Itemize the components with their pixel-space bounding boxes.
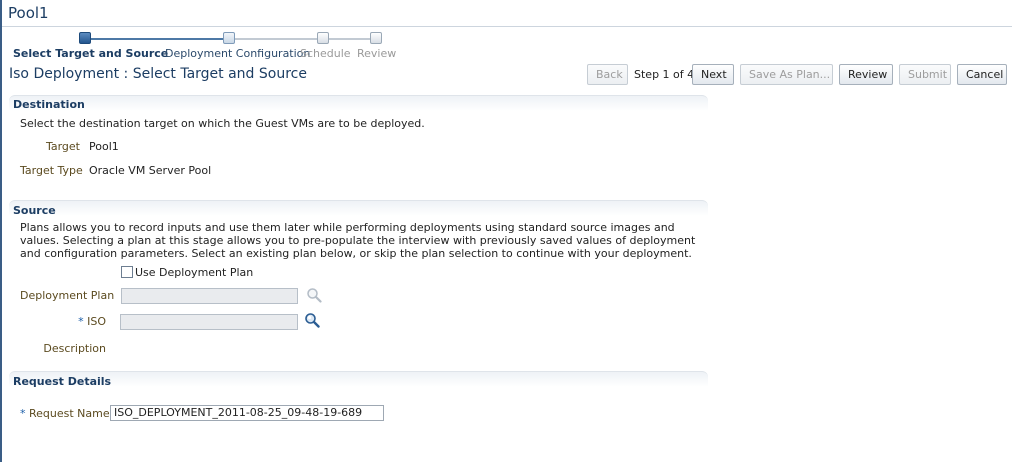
train-label-select-target: Select Target and Source: [13, 47, 169, 60]
description-label: Description: [43, 342, 106, 355]
destination-section-title: Destination: [13, 98, 85, 111]
train-stop-review: [370, 32, 382, 44]
deployment-plan-search-icon: [307, 288, 322, 303]
request-name-field[interactable]: ISO_DEPLOYMENT_2011-08-25_09-48-19-689: [110, 405, 384, 421]
review-button[interactable]: Review: [839, 64, 893, 85]
use-deployment-plan-label: Use Deployment Plan: [135, 266, 254, 279]
back-button[interactable]: Back: [587, 64, 628, 85]
request-name-required-mark: *: [20, 407, 26, 420]
iso-label-text: ISO: [87, 315, 106, 328]
deployment-plan-label: Deployment Plan: [20, 289, 115, 302]
train-connector-2: [230, 38, 376, 40]
iso-search-icon[interactable]: [304, 312, 320, 328]
page-title: Pool1: [8, 4, 49, 22]
source-section-title: Source: [13, 204, 56, 217]
left-frame-edge: [0, 0, 2, 462]
source-description: Plans allows you to record inputs and us…: [20, 221, 696, 260]
destination-instructions: Select the destination target on which t…: [20, 117, 425, 130]
next-button[interactable]: Next: [692, 64, 734, 85]
request-name-label-text: Request Name: [29, 407, 110, 420]
train-label-schedule: Schedule: [300, 47, 351, 60]
iso-required-mark: *: [78, 315, 84, 328]
target-type-value: Oracle VM Server Pool: [89, 164, 212, 177]
cancel-button[interactable]: Cancel: [957, 64, 1007, 85]
destination-section-header: Destination: [9, 95, 708, 111]
train-stop-select-target: [79, 32, 91, 44]
submit-button[interactable]: Submit: [899, 64, 951, 85]
train-stop-deployment-configuration[interactable]: [223, 32, 235, 44]
request-name-label: * Request Name: [20, 407, 110, 420]
iso-label: * ISO: [20, 315, 106, 328]
iso-field[interactable]: [120, 314, 298, 330]
use-deployment-plan-checkbox[interactable]: [121, 266, 133, 278]
request-details-section-header: Request Details: [9, 371, 708, 388]
page-header: Pool1: [2, 0, 1012, 27]
train-stop-schedule: [317, 32, 329, 44]
train-label-deployment-configuration[interactable]: Deployment Configuration: [165, 47, 310, 60]
train-label-review: Review: [357, 47, 397, 60]
target-label: Target: [45, 140, 80, 153]
train-connector-1: [85, 38, 230, 40]
step-indicator: Step 1 of 4: [634, 68, 695, 81]
request-details-section-title: Request Details: [13, 375, 112, 388]
train-navigator: Select Target and Source Deployment Conf…: [0, 30, 420, 64]
source-section-header: Source: [9, 200, 708, 217]
save-as-plan-button[interactable]: Save As Plan...: [740, 64, 833, 85]
deployment-plan-field: [121, 288, 298, 304]
page-subtitle: Iso Deployment : Select Target and Sourc…: [9, 66, 307, 82]
target-value: Pool1: [89, 140, 119, 153]
target-type-label: Target Type: [20, 164, 83, 177]
